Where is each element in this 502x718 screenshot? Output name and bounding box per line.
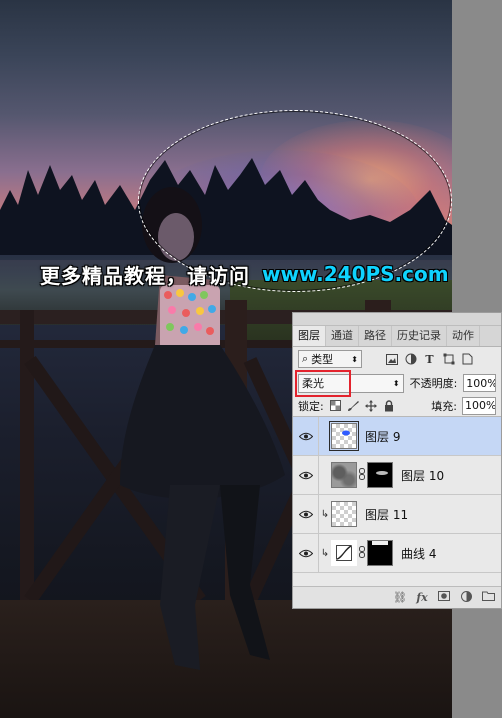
filter-type-label: 类型 (311, 353, 334, 366)
panel-tabs: 图层 通道 路径 历史记录 动作 (293, 326, 501, 347)
tab-layers[interactable]: 图层 (293, 326, 326, 346)
search-icon: ⌕ (302, 352, 309, 365)
layer-mask-thumbnail[interactable] (367, 540, 393, 566)
link-icon[interactable]: ⛓ (393, 591, 407, 604)
layer-list: 图层 9 图层 10 ↳ 图层 11 ↳ 曲线 4 (293, 416, 501, 573)
lock-all-icon[interactable] (383, 399, 396, 412)
layer-row-9[interactable]: 图层 9 (293, 416, 501, 456)
opacity-input[interactable]: 100% (463, 374, 496, 392)
blend-row: 柔光 ⬍ 不透明度: 100% (293, 369, 501, 397)
blend-mode-value: 柔光 (302, 377, 324, 390)
type-filter-icon[interactable]: T (422, 352, 437, 367)
chain-link-icon[interactable] (357, 467, 367, 483)
tab-paths[interactable]: 路径 (359, 326, 392, 346)
chevron-updown-icon: ⬍ (392, 378, 400, 388)
watermark: 更多精品教程，请访问 www.240PS.com (0, 258, 452, 290)
clipping-mask-arrow-icon: ↳ (320, 547, 330, 559)
shape-filter-icon[interactable] (441, 352, 456, 367)
visibility-eye-icon[interactable] (293, 494, 319, 534)
layer-mask-thumbnail[interactable] (367, 462, 393, 488)
visibility-eye-icon[interactable] (293, 455, 319, 495)
layer-thumbnail[interactable] (331, 501, 357, 527)
lock-transparency-icon[interactable] (329, 399, 342, 412)
clipping-mask-arrow-icon: ↳ (320, 508, 330, 520)
panel-grip[interactable] (293, 313, 501, 326)
folder-icon[interactable] (481, 591, 495, 604)
tab-history[interactable]: 历史记录 (392, 326, 447, 346)
chain-link-icon[interactable] (357, 545, 367, 561)
tab-channels[interactable]: 通道 (326, 326, 359, 346)
blend-mode-select[interactable]: 柔光 ⬍ (295, 369, 404, 397)
watermark-text: 更多精品教程，请访问 (40, 263, 250, 288)
image-filter-icon[interactable] (384, 352, 399, 367)
tab-actions[interactable]: 动作 (447, 326, 480, 346)
layers-panel: 图层 通道 路径 历史记录 动作 ⌕ 类型 ⬍ T 柔光 ⬍ 不透明度: 100… (292, 312, 502, 609)
layer-name[interactable]: 图层 10 (401, 467, 444, 484)
chevron-updown-icon: ⬍ (351, 354, 358, 364)
panel-bottom-bar: ⛓ fx (293, 586, 501, 608)
fill-label: 填充: (431, 399, 457, 413)
visibility-eye-icon[interactable] (293, 416, 319, 456)
lock-row: 锁定: 填充: 100% (293, 395, 501, 417)
layer-name[interactable]: 曲线 4 (401, 545, 436, 562)
opacity-label: 不透明度: (409, 377, 458, 390)
layer-thumbnail[interactable] (329, 421, 359, 451)
visibility-eye-icon[interactable] (293, 533, 319, 573)
mask-icon[interactable] (437, 591, 451, 604)
lock-pixels-brush-icon[interactable] (347, 399, 360, 412)
lock-position-move-icon[interactable] (365, 399, 378, 412)
layer-row-11[interactable]: ↳ 图层 11 (293, 494, 501, 534)
fill-input[interactable]: 100% (462, 396, 496, 415)
layer-row-curves-4[interactable]: ↳ 曲线 4 (293, 533, 501, 573)
layer-filter-select[interactable]: ⌕ 类型 ⬍ (298, 350, 362, 368)
layer-thumbnail[interactable] (331, 462, 357, 488)
curves-adjustment-icon[interactable] (331, 540, 357, 566)
layer-name[interactable]: 图层 11 (365, 506, 408, 523)
layer-row-10[interactable]: 图层 10 (293, 455, 501, 495)
adjustment-filter-icon[interactable] (403, 352, 418, 367)
layer-name[interactable]: 图层 9 (365, 428, 400, 445)
adjustment-icon[interactable] (459, 590, 473, 605)
watermark-url: www.240PS.com (262, 262, 449, 286)
smartobject-filter-icon[interactable] (460, 352, 475, 367)
filter-row: ⌕ 类型 ⬍ T (293, 347, 501, 371)
lock-label: 锁定: (298, 399, 324, 413)
fx-icon[interactable]: fx (415, 591, 429, 604)
